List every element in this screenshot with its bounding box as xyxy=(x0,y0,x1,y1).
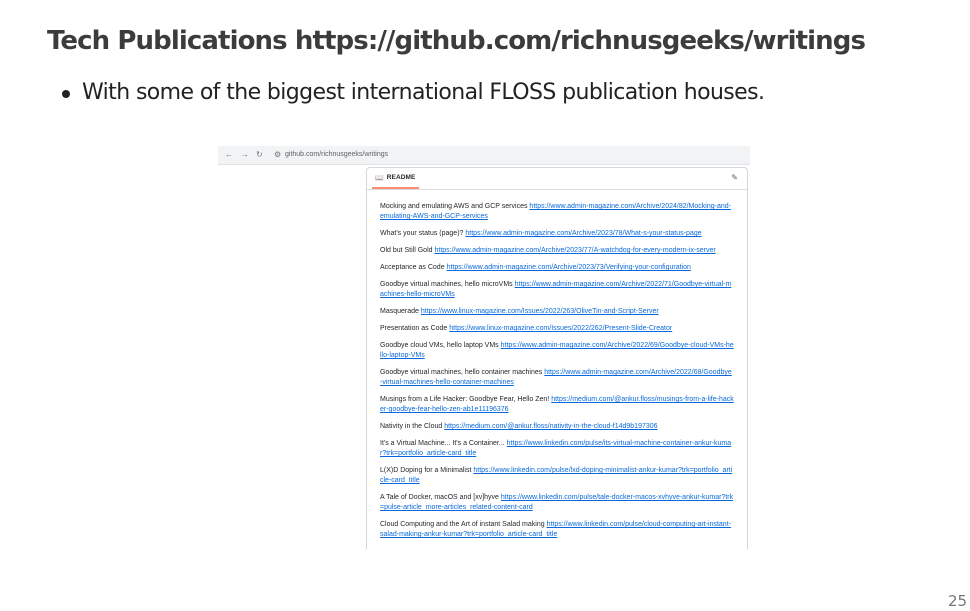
bullet-list: With some of the biggest international F… xyxy=(62,78,765,108)
publication-title: What's your status (page)? xyxy=(380,230,464,237)
list-item: Goodbye virtual machines, hello containe… xyxy=(380,368,734,388)
publication-list: Mocking and emulating AWS and GCP servic… xyxy=(380,202,734,547)
edit-pencil-icon[interactable]: ✎ xyxy=(731,173,738,183)
list-item: Masquerade https://www.linux-magazine.co… xyxy=(380,307,734,317)
publication-title: Acceptance as Code xyxy=(380,264,445,271)
browser-address-bar: ← → ↻ ⚙ github.com/richnusgeeks/writings xyxy=(218,146,750,165)
readme-panel: 📖 README ✎ Mocking and emulating AWS and… xyxy=(366,167,748,549)
publication-link[interactable]: https://www.linux-magazine.com/Issues/20… xyxy=(421,308,659,315)
bullet-item: With some of the biggest international F… xyxy=(62,78,765,108)
list-item: L(X)D Doping for a Minimalist https://ww… xyxy=(380,466,734,486)
publication-title: Musings from a Life Hacker: Goodbye Fear… xyxy=(380,396,550,403)
publication-title: Old but Still Gold xyxy=(380,247,433,254)
list-item: Goodbye virtual machines, hello microVMs… xyxy=(380,280,734,300)
list-item: A Tale of Docker, macOS and [xv]hyve htt… xyxy=(380,493,734,513)
publication-link[interactable]: https://medium.com/@ankur.floss/nativity… xyxy=(444,423,657,430)
publication-title: It's a Virtual Machine... It's a Contain… xyxy=(380,440,505,447)
list-item: Presentation as Code https://www.linux-m… xyxy=(380,324,734,334)
list-item: Acceptance as Code https://www.admin-mag… xyxy=(380,263,734,273)
publication-title: A Tale of Docker, macOS and [xv]hyve xyxy=(380,494,499,501)
readme-header: 📖 README ✎ xyxy=(367,168,747,190)
tab-readme[interactable]: 📖 README xyxy=(372,168,419,189)
forward-arrow-icon[interactable]: → xyxy=(241,150,249,160)
list-item: Mocking and emulating AWS and GCP servic… xyxy=(380,202,734,222)
list-item: It's a Virtual Machine... It's a Contain… xyxy=(380,439,734,459)
publication-title: Goodbye virtual machines, hello microVMs xyxy=(380,281,513,288)
publication-title: Goodbye cloud VMs, hello laptop VMs xyxy=(380,342,499,349)
publication-title: Goodbye virtual machines, hello containe… xyxy=(380,369,543,376)
bullet-text: With some of the biggest international F… xyxy=(82,80,765,105)
publication-title: Cloud Computing and the Art of instant S… xyxy=(380,521,545,528)
publication-title: Mocking and emulating AWS and GCP servic… xyxy=(380,203,528,210)
list-item: Old but Still Gold https://www.admin-mag… xyxy=(380,246,734,256)
publication-title: L(X)D Doping for a Minimalist xyxy=(380,467,472,474)
slide-title: Tech Publications https://github.com/ric… xyxy=(47,26,866,56)
publication-link[interactable]: https://www.admin-magazine.com/Archive/2… xyxy=(465,230,701,237)
publication-link[interactable]: https://www.admin-magazine.com/Archive/2… xyxy=(434,247,715,254)
readme-tab-label: README xyxy=(386,174,416,181)
list-item: Musings from a Life Hacker: Goodbye Fear… xyxy=(380,395,734,415)
address-url[interactable]: github.com/richnusgeeks/writings xyxy=(285,150,388,160)
list-item: Nativity in the Cloud https://medium.com… xyxy=(380,422,734,432)
embedded-screenshot: ← → ↻ ⚙ github.com/richnusgeeks/writings… xyxy=(218,146,750,549)
book-icon: 📖 xyxy=(375,174,384,182)
list-item: Cloud Computing and the Art of instant S… xyxy=(380,520,734,540)
publication-link[interactable]: https://www.linux-magazine.com/Issues/20… xyxy=(449,325,672,332)
page-number: 25 xyxy=(948,592,968,610)
back-arrow-icon[interactable]: ← xyxy=(225,150,233,160)
site-settings-icon[interactable]: ⚙ xyxy=(274,150,281,160)
bullet-dot-icon xyxy=(62,90,70,98)
list-item: Goodbye cloud VMs, hello laptop VMs http… xyxy=(380,341,734,361)
publication-title: Masquerade xyxy=(380,308,419,315)
list-item: What's your status (page)? https://www.a… xyxy=(380,229,734,239)
publication-title: Presentation as Code xyxy=(380,325,448,332)
publication-title: Nativity in the Cloud xyxy=(380,423,443,430)
reload-icon[interactable]: ↻ xyxy=(256,150,263,160)
publication-link[interactable]: https://www.admin-magazine.com/Archive/2… xyxy=(447,264,691,271)
